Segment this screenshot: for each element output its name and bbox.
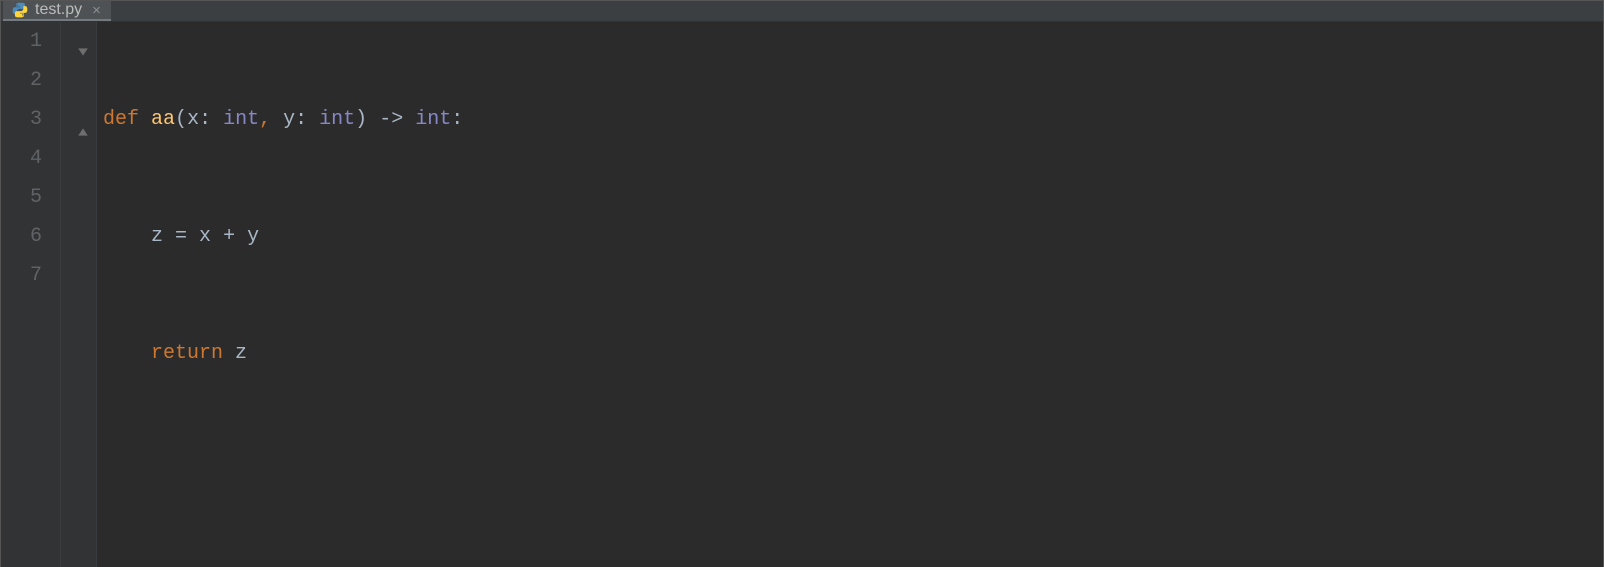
type: int (223, 108, 259, 131)
line-number: 6 (1, 217, 42, 256)
keyword-def: def (103, 108, 139, 131)
code-line[interactable]: return z (101, 334, 1603, 373)
param: x (187, 108, 199, 131)
line-number: 1 (1, 22, 42, 61)
line-number-gutter: 1 2 3 4 5 6 7 (1, 22, 61, 567)
line-number: 3 (1, 100, 42, 139)
code-area[interactable]: def aa(x: int, y: int) -> int: z = x + y… (97, 22, 1603, 567)
fold-end-icon[interactable] (77, 114, 91, 128)
code-line[interactable]: def aa(x: int, y: int) -> int: (101, 100, 1603, 139)
tab-filename: test.py (35, 1, 82, 19)
line-number: 2 (1, 61, 42, 100)
code-editor[interactable]: 1 2 3 4 5 6 7 def aa(x: int, y: int) -> … (1, 22, 1603, 567)
keyword-return: return (151, 342, 223, 365)
type: int (319, 108, 355, 131)
close-icon[interactable]: × (88, 3, 101, 18)
fold-gutter (61, 22, 97, 567)
code-line[interactable]: z = x + y (101, 217, 1603, 256)
ide-window: test.py × 1 2 3 4 5 6 7 def aa(x: int, y… (0, 0, 1604, 567)
tab-bar: test.py × (1, 1, 1603, 22)
type: int (415, 108, 451, 131)
line-number: 7 (1, 256, 42, 295)
fold-marker-icon[interactable] (77, 34, 91, 48)
code-line[interactable] (101, 451, 1603, 490)
line-number: 4 (1, 139, 42, 178)
python-file-icon (11, 1, 29, 19)
param: y (283, 108, 295, 131)
line-number: 5 (1, 178, 42, 217)
tab-test-py[interactable]: test.py × (3, 1, 111, 21)
function-name: aa (151, 108, 175, 131)
